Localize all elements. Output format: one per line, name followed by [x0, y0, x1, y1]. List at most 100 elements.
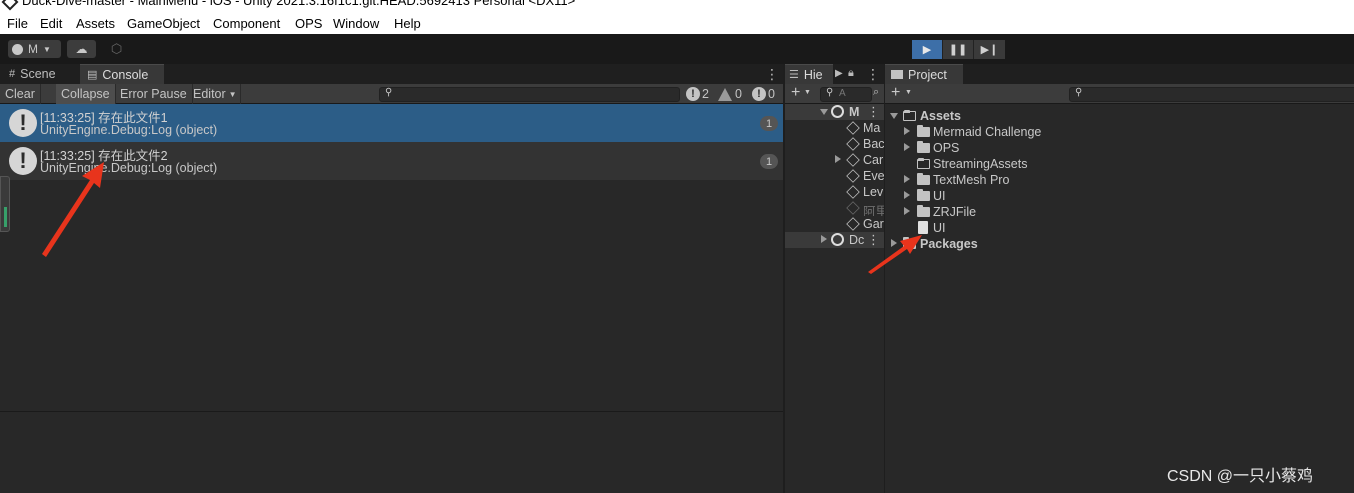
- hierarchy-item[interactable]: Eve: [785, 168, 884, 184]
- expand-arrow-icon[interactable]: [904, 175, 910, 183]
- expand-arrow-icon[interactable]: [904, 127, 910, 135]
- tab-project[interactable]: Project: [885, 64, 963, 84]
- hierarchy-item[interactable]: Ma: [785, 120, 884, 136]
- chevron-right-icon[interactable]: ▶: [835, 68, 843, 79]
- folder-label: TextMesh Pro: [933, 173, 1010, 187]
- console-icon: ▤: [87, 69, 98, 81]
- clear-button[interactable]: Clear: [0, 84, 41, 104]
- folder-icon: [917, 173, 930, 185]
- log-entry[interactable]: ! [11:33:25] 存在此文件1 UnityEngine.Debug:Lo…: [0, 104, 783, 142]
- error-pause-toggle[interactable]: Error Pause: [115, 84, 193, 104]
- menu-assets[interactable]: Assets: [76, 16, 115, 31]
- hierarchy-item[interactable]: Lev: [785, 184, 884, 200]
- annotation-arrow: [868, 235, 922, 274]
- folder-icon: [917, 205, 930, 217]
- project-folder[interactable]: StreamingAssets: [885, 156, 1354, 172]
- menu-window[interactable]: Window: [333, 16, 379, 31]
- hierarchy-search-input[interactable]: ⚲ A: [820, 87, 872, 102]
- play-controls: ▶ ❚❚ ▶❙: [912, 40, 1005, 59]
- tab-scene[interactable]: # Scene: [2, 64, 63, 84]
- side-handle[interactable]: [0, 176, 10, 232]
- menu-bar: File Edit Assets GameObject Component OP…: [0, 12, 1354, 34]
- hierarchy-item[interactable]: Car: [785, 152, 884, 168]
- empty-folder-icon: [917, 158, 930, 169]
- project-panel: Project + ▼ ⚲ Assets Mermaid Challenge O…: [885, 64, 1354, 493]
- tab-hierarchy[interactable]: ☰ Hie: [785, 64, 833, 84]
- console-toolbar: Clear Collapse Error Pause Editor ▼ ⚲ ! …: [0, 84, 783, 104]
- pause-button[interactable]: ❚❚: [943, 40, 974, 59]
- project-file[interactable]: UI: [885, 220, 1354, 236]
- search-icon: ⚲: [1075, 87, 1083, 98]
- menu-gameobject[interactable]: GameObject: [127, 16, 200, 31]
- project-folder-assets[interactable]: Assets: [885, 108, 1354, 124]
- folder-label: Packages: [920, 237, 978, 251]
- main-toolbar: M ▼ ☁ ⬡ ▶ ❚❚ ▶❙: [0, 34, 1354, 64]
- grid-icon: #: [9, 68, 16, 80]
- hierarchy-search-placeholder: A: [839, 88, 846, 99]
- editor-dropdown[interactable]: Editor ▼: [188, 84, 241, 104]
- project-folder[interactable]: TextMesh Pro: [885, 172, 1354, 188]
- hierarchy-item-label: Bac: [863, 137, 884, 151]
- console-detail-divider[interactable]: [0, 411, 783, 412]
- hierarchy-item-inactive[interactable]: 阿里: [785, 200, 884, 216]
- expand-arrow-icon[interactable]: [890, 113, 898, 119]
- scene-row[interactable]: M ⋮: [785, 104, 884, 120]
- project-search-input[interactable]: ⚲: [1069, 87, 1354, 102]
- hierarchy-panel: ☰ Hie ▶ 🔒︎ ⋮ + ▼ ⚲ A ⌕ M ⋮ Ma Bac Car Ev…: [785, 64, 884, 493]
- add-icon[interactable]: +: [791, 84, 800, 102]
- tab-console[interactable]: ▤ Console: [80, 64, 164, 84]
- step-button[interactable]: ▶❙: [974, 40, 1005, 59]
- add-icon[interactable]: +: [891, 84, 900, 102]
- cloud-button[interactable]: ☁: [67, 40, 96, 58]
- annotation-arrow: [42, 162, 104, 257]
- log-entry[interactable]: ! [11:33:25] 存在此文件2 UnityEngine.Debug:Lo…: [0, 142, 783, 180]
- folder-icon: [917, 141, 930, 153]
- collapse-toggle[interactable]: Collapse: [56, 84, 116, 104]
- lock-icon[interactable]: 🔒︎: [848, 67, 854, 80]
- project-folder[interactable]: UI: [885, 188, 1354, 204]
- menu-ops[interactable]: OPS: [295, 16, 322, 31]
- expand-arrow-icon[interactable]: [904, 191, 910, 199]
- tab-console-label: Console: [102, 67, 149, 82]
- title-bar: Duck-Dive-master - MainMenu - iOS - Unit…: [0, 0, 1354, 12]
- expand-arrow-icon[interactable]: [904, 143, 910, 151]
- filter-icon[interactable]: ⌕: [873, 86, 879, 99]
- expand-arrow-icon[interactable]: [904, 207, 910, 215]
- console-search-input[interactable]: ⚲: [379, 87, 680, 102]
- gameobject-icon: [846, 185, 860, 199]
- hierarchy-item[interactable]: Bac: [785, 136, 884, 152]
- pause-icon: ❚❚: [948, 44, 968, 56]
- hierarchy-menu-icon[interactable]: ⋮: [866, 66, 880, 83]
- editor-label: Editor: [193, 87, 226, 101]
- menu-component[interactable]: Component: [213, 16, 280, 31]
- menu-help[interactable]: Help: [394, 16, 421, 31]
- menu-file[interactable]: File: [7, 16, 28, 31]
- console-panel: # Scene ▤ Console ⋮ Clear Collapse Error…: [0, 64, 783, 493]
- account-dropdown[interactable]: M ▼: [8, 40, 61, 58]
- log-count-toggle[interactable]: ! 2: [686, 86, 709, 102]
- project-folder[interactable]: ZRJFile: [885, 204, 1354, 220]
- collab-button[interactable]: ⬡: [104, 40, 129, 58]
- play-icon: ▶: [922, 44, 932, 56]
- project-folder-packages[interactable]: Packages: [885, 236, 1354, 252]
- warning-count-toggle[interactable]: 0: [718, 86, 742, 102]
- hierarchy-item-label: Ma: [863, 121, 881, 135]
- expand-arrow-icon[interactable]: [820, 109, 828, 115]
- expand-arrow-icon[interactable]: [821, 235, 827, 243]
- info-icon: !: [9, 147, 37, 175]
- watermark: CSDN @一只小蔡鸡: [1167, 468, 1314, 485]
- scene-menu-icon[interactable]: ⋮: [867, 104, 880, 120]
- project-folder[interactable]: Mermaid Challenge: [885, 124, 1354, 140]
- window-title: Duck-Dive-master - MainMenu - iOS - Unit…: [22, 0, 576, 8]
- console-menu-icon[interactable]: ⋮: [765, 66, 779, 83]
- hierarchy-item[interactable]: Gar: [785, 216, 884, 232]
- collab-icon: ⬡: [110, 41, 123, 56]
- expand-arrow-icon[interactable]: [835, 155, 841, 163]
- error-icon: !: [752, 87, 766, 101]
- error-count-toggle[interactable]: ! 0: [752, 86, 775, 102]
- menu-edit[interactable]: Edit: [40, 16, 62, 31]
- play-button[interactable]: ▶: [912, 40, 943, 59]
- project-folder[interactable]: OPS: [885, 140, 1354, 156]
- chevron-down-icon: ▼: [804, 89, 811, 96]
- hierarchy-toolbar: + ▼ ⚲ A ⌕: [785, 84, 884, 104]
